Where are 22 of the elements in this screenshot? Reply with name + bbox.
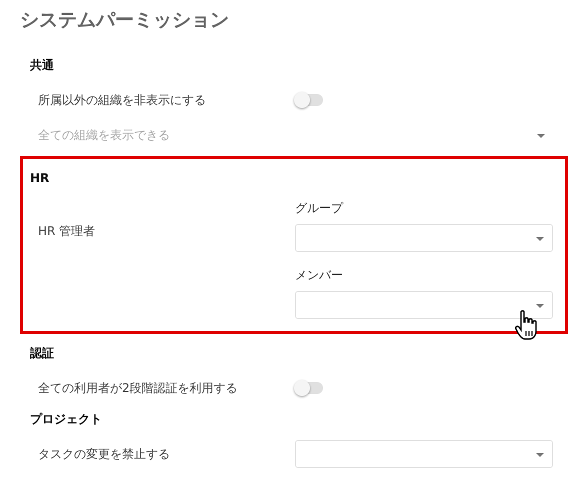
select-field[interactable] [295,224,553,252]
caret-icon [536,453,544,457]
setting-label: 所属以外の組織を非表示にする [37,92,207,108]
field-label: グループ [295,200,343,217]
caret-icon [536,304,544,308]
field-label: メンバー [295,267,343,284]
page-title: システムパーミッション [20,8,230,33]
select-field[interactable] [295,440,553,468]
caret-icon [537,134,545,138]
toggle-switch[interactable] [295,94,323,106]
toggle-switch[interactable] [295,382,323,394]
setting-label: HR 管理者 [37,223,96,240]
setting-label: 全ての利用者が2段階認証を利用する [37,380,239,396]
select-field[interactable] [295,291,553,319]
section-heading: 共通 [30,57,55,74]
section-heading: プロジェクト [30,411,103,428]
section-heading: HR [30,170,50,187]
dropdown[interactable]: 全ての組織を表示できる [38,122,553,148]
setting-label: タスクの変更を禁止する [37,446,171,462]
section-heading: 認証 [30,345,55,362]
hand-cursor-icon [515,310,537,340]
caret-icon [536,237,544,241]
